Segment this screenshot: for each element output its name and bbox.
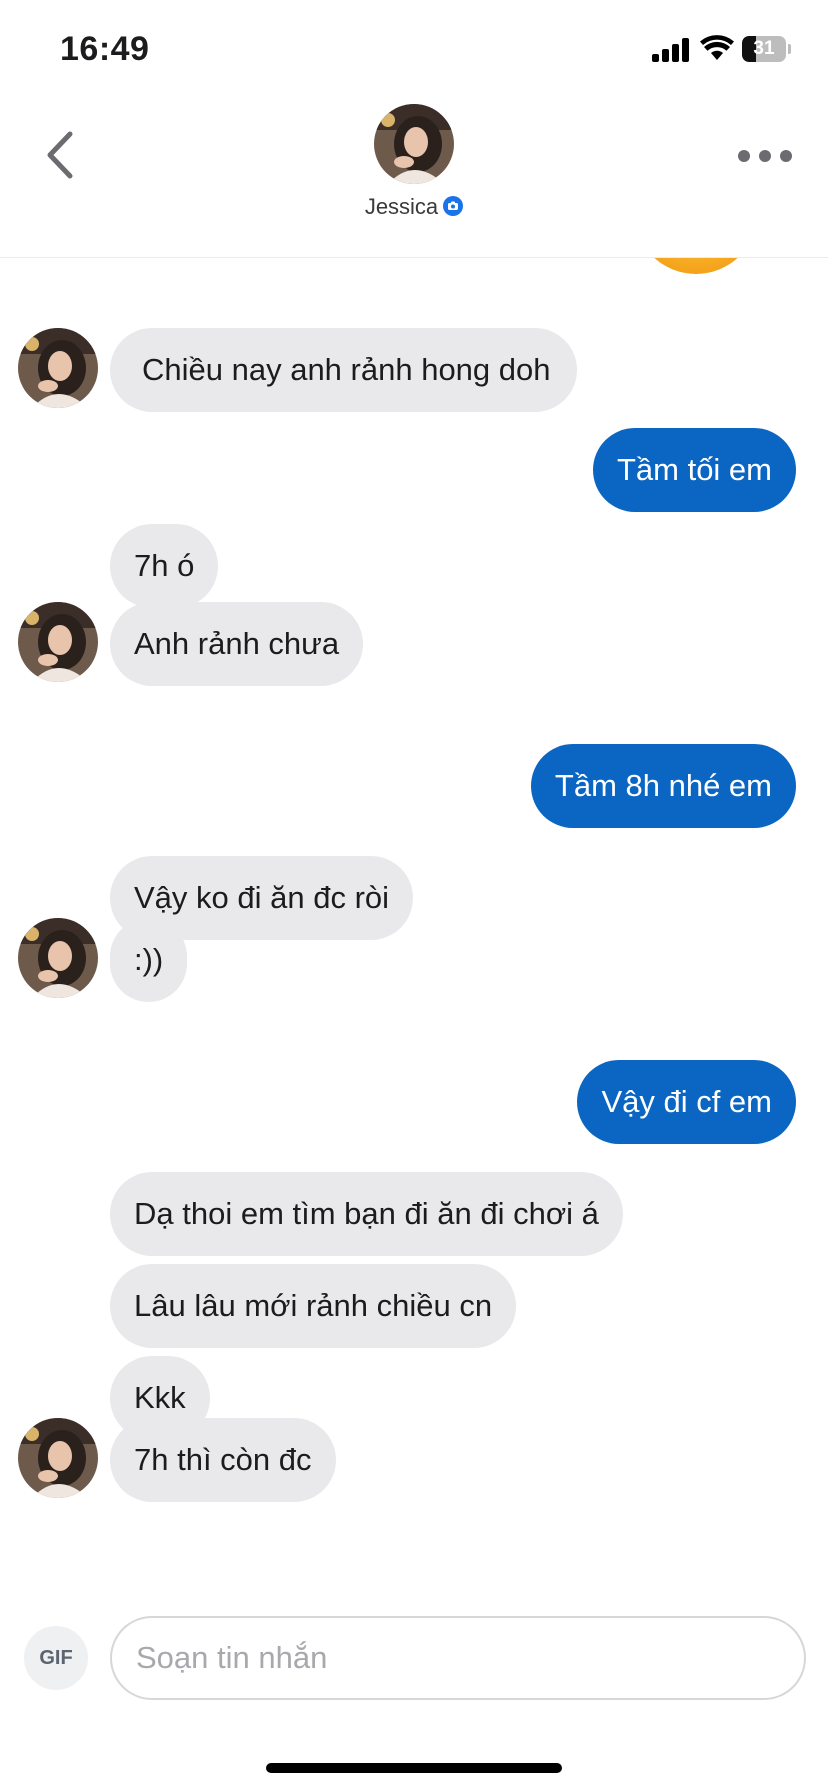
- contact-avatar[interactable]: [18, 918, 98, 998]
- gif-button[interactable]: GIF: [24, 1626, 88, 1690]
- incoming-message[interactable]: 7h thì còn đc: [110, 1418, 336, 1502]
- message-list[interactable]: Chiều nay anh rảnh hong doh Tầm tối em 7…: [0, 258, 828, 1598]
- more-dots-icon[interactable]: [738, 140, 792, 170]
- conversation-header: Jessica: [0, 100, 828, 258]
- incoming-message[interactable]: 7h ó: [110, 524, 219, 608]
- message-input[interactable]: [110, 1616, 806, 1700]
- chevron-left-icon[interactable]: [38, 122, 88, 188]
- outgoing-message[interactable]: Tầm tối em: [592, 428, 796, 512]
- incoming-message[interactable]: :)): [110, 918, 188, 1002]
- incoming-message[interactable]: Chiều nay anh rảnh hong doh: [110, 328, 577, 412]
- signal-icon: [652, 38, 692, 62]
- battery-level: 31: [753, 38, 775, 59]
- incoming-message[interactable]: Anh rảnh chưa: [110, 602, 364, 686]
- status-time: 16:49: [60, 30, 150, 68]
- outgoing-message[interactable]: Tầm 8h nhé em: [530, 744, 796, 828]
- chat-screen: 16:49 31 Jessica Chiều nay anh rảnh hong…: [0, 0, 828, 1792]
- contact-avatar[interactable]: [374, 104, 454, 184]
- grinning-emoji-icon: [654, 258, 738, 274]
- incoming-message[interactable]: Dạ thoi em tìm bạn đi ăn đi chơi á: [110, 1172, 623, 1256]
- contact-avatar[interactable]: [18, 1418, 98, 1498]
- camera-badge-icon: [443, 196, 464, 217]
- contact-name-row[interactable]: Jessica: [0, 194, 828, 220]
- status-bar: 16:49 31: [0, 0, 828, 100]
- battery-icon: 31: [742, 36, 791, 62]
- contact-name: Jessica: [364, 194, 439, 219]
- home-indicator[interactable]: [266, 1763, 562, 1773]
- wifi-icon: [700, 35, 734, 60]
- contact-avatar[interactable]: [18, 328, 98, 408]
- incoming-message[interactable]: Lâu lâu mới rảnh chiều cn: [110, 1264, 517, 1348]
- outgoing-message[interactable]: Vậy đi cf em: [577, 1060, 796, 1144]
- contact-avatar[interactable]: [18, 602, 98, 682]
- composer: GIF: [0, 1598, 828, 1708]
